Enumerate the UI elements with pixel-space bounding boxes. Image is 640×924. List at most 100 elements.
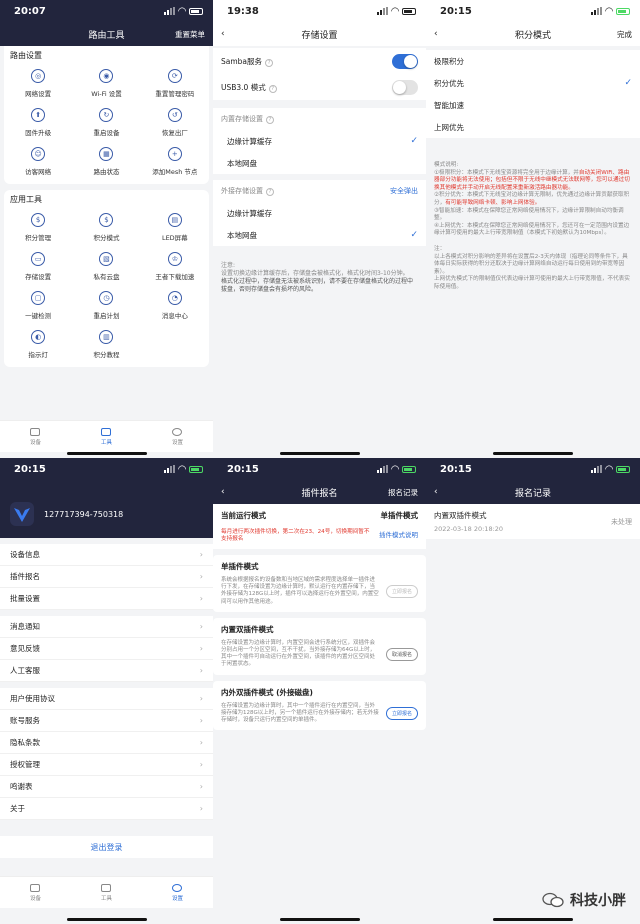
back-icon[interactable]: ‹	[221, 29, 225, 39]
chevron-right-icon: ›	[199, 804, 203, 813]
chevron-right-icon: ›	[199, 622, 203, 631]
signal-icon	[591, 465, 603, 473]
help-icon[interactable]: ?	[265, 58, 274, 67]
app-tool-item[interactable]: ♔ 王者下载加速	[141, 252, 209, 281]
toolbox-icon	[101, 883, 112, 892]
router-settings-grid: ◎ 网络设置 ◉ Wi-Fi 设置 ⟳ 重置管理密码 ⬆ 固件升级 ↻ 重启设备 ↺ 恢复出厂 ☺ 访客网…	[4, 65, 209, 184]
router-tool-item-icon: ↻	[99, 108, 114, 122]
app-tool-item[interactable]: ▢ 一键检测	[4, 291, 72, 320]
settings-item-label: 关于	[10, 804, 25, 813]
page-title: 积分模式	[514, 30, 551, 41]
current-mode-card: 当前运行模式 单插件模式 每月进行两次插件切换，第二次在23、24号，切换期间暂不…	[213, 504, 426, 549]
help-icon[interactable]: ?	[266, 116, 274, 124]
back-icon[interactable]: ‹	[434, 487, 438, 497]
tab-settings[interactable]: 设置	[172, 427, 183, 446]
done-button[interactable]: 完成	[617, 29, 632, 40]
mode-option-extreme[interactable]: 极限积分	[426, 50, 640, 72]
app-tool-item[interactable]: ▧ 私有云盘	[72, 252, 140, 281]
app-tool-item-label: 指示灯	[28, 351, 48, 359]
external-option-local[interactable]: 本地网盘 ✓	[213, 224, 426, 246]
logout-button[interactable]: 退出登录	[0, 836, 213, 858]
settings-list-item[interactable]: 人工客服 ›	[0, 660, 213, 682]
tab-devices[interactable]: 设备	[30, 427, 41, 446]
settings-list-item[interactable]: 用户使用协议 ›	[0, 688, 213, 710]
settings-list-item[interactable]: 批量设置 ›	[0, 588, 213, 610]
tab-tools[interactable]: 工具	[101, 427, 112, 446]
panel-signup-records: 20:15 ◠ ‹ 报名记录 内置双插件模式 2022-03-18 20:18:…	[426, 458, 640, 924]
settings-list-item[interactable]: 意见反馈 ›	[0, 638, 213, 660]
router-tool-item-label: Wi-Fi 设置	[91, 90, 122, 98]
router-tool-item-label: 重启设备	[93, 129, 120, 137]
home-indicator	[493, 918, 573, 921]
settings-item-label: 人工客服	[10, 666, 40, 675]
settings-list-item[interactable]: 插件报名 ›	[0, 566, 213, 588]
router-tool-item[interactable]: ☺ 访客网络	[4, 147, 72, 176]
app-tool-item[interactable]: ▥ 积分教程	[72, 330, 140, 359]
back-icon[interactable]: ‹	[221, 487, 225, 497]
router-tool-item-label: 路由状态	[93, 168, 120, 176]
plugin-signup-button[interactable]: 立即报名	[385, 584, 418, 598]
plugin-mode-cards: 单插件模式 系统会根据报名的设备数和当地区域的需求程度选择单一插件进行下发，在存储…	[213, 555, 426, 731]
battery-icon	[402, 7, 416, 15]
status-time: 20:15	[14, 463, 46, 475]
router-tool-item[interactable]: ▦ 路由状态	[72, 147, 140, 176]
settings-item-label: 消息通知	[10, 622, 40, 631]
internal-option-edge[interactable]: 边缘计算缓存 ✓	[213, 130, 426, 152]
settings-list-item[interactable]: 授权管理 ›	[0, 754, 213, 776]
router-tool-item[interactable]: ↻ 重启设备	[72, 108, 140, 137]
eject-button[interactable]: 安全弹出	[390, 186, 418, 196]
plugin-mode-desc: 系统会根据报名的设备数和当地区域的需求程度选择单一插件进行下发，在存储设置为边缘…	[221, 577, 379, 605]
plugin-mode-desc: 在存储设置为边缘计算时，内置空间会进行系统分区，双插件会分别占用一个分区空间，互…	[221, 639, 376, 668]
status-time: 20:15	[227, 463, 259, 475]
router-tool-item[interactable]: ↺ 恢复出厂	[141, 108, 209, 137]
help-icon[interactable]: ?	[268, 84, 277, 93]
mode-option-smart[interactable]: 智能加速	[426, 94, 640, 116]
help-icon[interactable]: ?	[266, 188, 274, 196]
app-tool-item[interactable]: ▤ LED屏幕	[141, 213, 209, 242]
app-tool-item[interactable]: $ 积分管理	[4, 213, 72, 242]
external-option-edge[interactable]: 边缘计算缓存	[213, 202, 426, 224]
settings-list-item[interactable]: 账号服务 ›	[0, 710, 213, 732]
settings-list-item[interactable]: 消息通知 ›	[0, 616, 213, 638]
tab-tools[interactable]: 工具	[101, 883, 112, 902]
router-tool-item[interactable]: ◎ 网络设置	[4, 69, 72, 98]
wifi-icon: ◠	[178, 463, 186, 475]
settings-list-item[interactable]: 设备信息 ›	[0, 544, 213, 566]
app-tool-item[interactable]: ◷ 重启计划	[72, 291, 140, 320]
router-tool-item[interactable]: ⟳ 重置管理密码	[141, 69, 209, 98]
section-title: 应用工具	[10, 195, 42, 204]
signup-records-button[interactable]: 报名记录	[388, 487, 418, 498]
toolbox-icon	[101, 427, 112, 436]
settings-list-item[interactable]: 关于 ›	[0, 798, 213, 820]
app-tool-item[interactable]: ◐ 指示灯	[4, 330, 72, 359]
plugin-signup-button[interactable]: 取消报名	[385, 647, 418, 661]
app-tool-item-icon: $	[31, 213, 46, 227]
status-bar: 20:07 ◠	[0, 0, 213, 22]
mode-option-internet-first[interactable]: 上网优先	[426, 116, 640, 138]
mode-help-link[interactable]: 插件模式说明	[379, 529, 418, 539]
tab-devices[interactable]: 设备	[30, 883, 41, 902]
signup-record-item[interactable]: 内置双插件模式 2022-03-18 20:18:20 未处理	[426, 504, 640, 539]
app-tool-item[interactable]: ◔ 消息中心	[141, 291, 209, 320]
app-tool-item[interactable]: $ 积分模式	[72, 213, 140, 242]
usb3-toggle[interactable]	[392, 79, 418, 95]
app-tool-item[interactable]: ▭ 存储设置	[4, 252, 72, 281]
battery-icon	[616, 465, 630, 473]
settings-list-item[interactable]: 鸣谢表 ›	[0, 776, 213, 798]
plugin-signup-button[interactable]: 立即报名	[385, 706, 418, 720]
tab-settings[interactable]: 设置	[172, 883, 183, 902]
panel-settings: 20:15 ◠ 127717394-750318 设备信息 › 插件报名 › 批量设置 ›…	[0, 458, 213, 924]
home-indicator	[66, 452, 147, 455]
back-icon[interactable]: ‹	[434, 29, 438, 39]
router-tool-item-label: 添加Mesh 节点	[152, 168, 198, 176]
settings-item-label: 用户使用协议	[10, 694, 55, 703]
router-tool-item[interactable]: ◉ Wi-Fi 设置	[72, 69, 140, 98]
settings-list-item[interactable]: 隐私条款 ›	[0, 732, 213, 754]
reset-menu-button[interactable]: 重置菜单	[175, 29, 205, 40]
router-tool-item[interactable]: ⬆ 固件升级	[4, 108, 72, 137]
samba-toggle[interactable]	[392, 53, 418, 69]
router-tool-item[interactable]: + 添加Mesh 节点	[141, 147, 209, 176]
home-indicator	[279, 918, 360, 921]
internal-option-local[interactable]: 本地网盘	[213, 152, 426, 174]
mode-option-points-first[interactable]: 积分优先 ✓	[426, 72, 640, 94]
